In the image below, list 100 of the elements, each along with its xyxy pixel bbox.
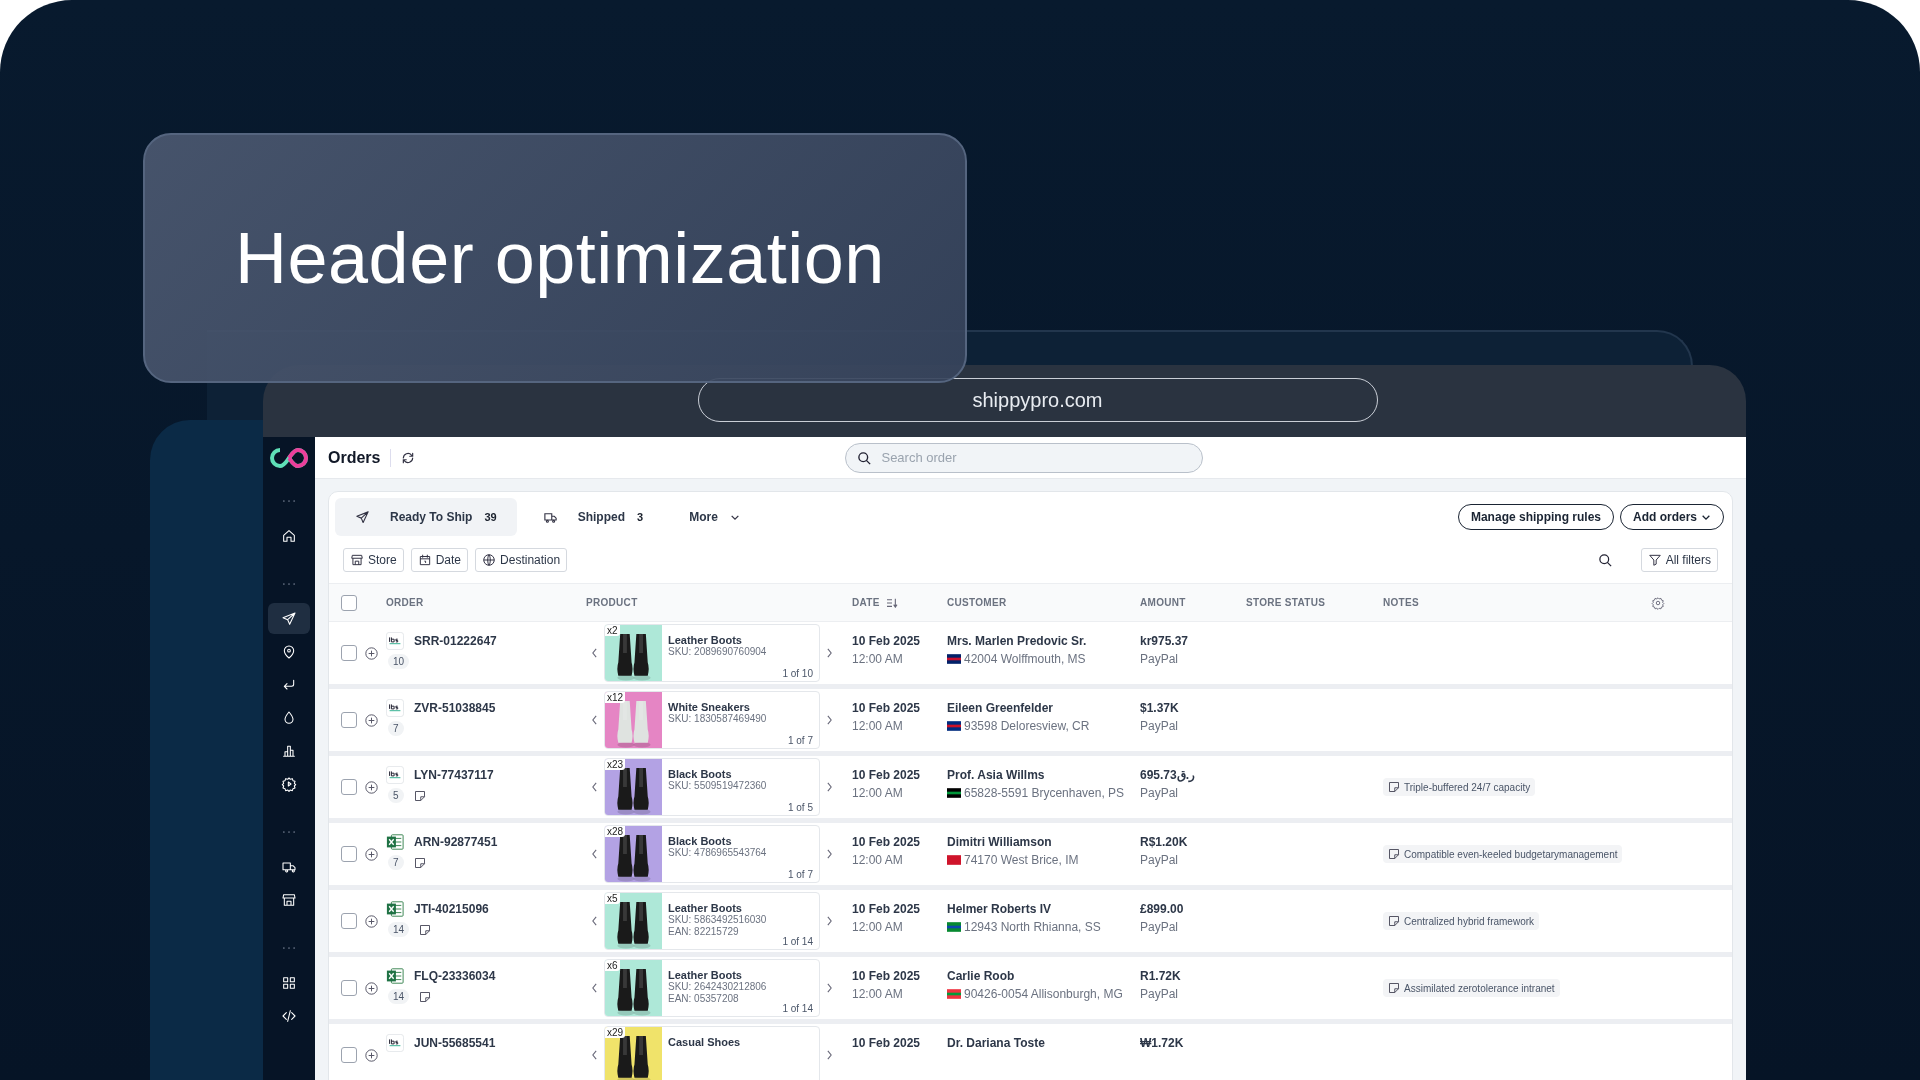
order-number[interactable]: FLQ-23336034 — [414, 969, 496, 983]
row-checkbox[interactable] — [341, 913, 357, 929]
globe-icon — [482, 553, 497, 567]
product-card[interactable]: x12 White Sneakers SKU: 1830587469490 1 of 7 — [604, 691, 820, 749]
refresh-icon[interactable] — [401, 450, 416, 465]
order-number[interactable]: ARN-92877451 — [414, 835, 498, 849]
add-icon[interactable] — [365, 646, 378, 660]
quantity-badge: x23 — [605, 759, 626, 770]
product-card[interactable]: x6 Leather Boots SKU: 2642430212806 EAN: 05357208 1 of 14 — [604, 959, 820, 1017]
note-icon[interactable] — [419, 923, 432, 936]
order-amount: kr975.37 — [1140, 634, 1190, 648]
tab[interactable]: Shipped 3 — [522, 498, 664, 536]
order-time: 12:00 AM — [852, 652, 904, 666]
order-number[interactable]: JUN-55685541 — [414, 1036, 496, 1050]
note-icon[interactable] — [413, 856, 426, 869]
tab[interactable]: More — [669, 498, 760, 536]
item-count-badge: 14 — [388, 989, 410, 1004]
customer-name: Dimitri Williamson — [947, 835, 1053, 849]
store-logo-icon — [386, 1034, 404, 1052]
note-icon — [1388, 781, 1400, 793]
table-row[interactable]: SRR-01222647 10 x2 Leather Boots SKU: 2089690760904 1 of 10 10 Feb 2025 12:00 AM Mrs. Marlen Predovic Sr. 42004 Wolffmouth, MS kr975.37 PayPal — [329, 622, 1732, 689]
order-number[interactable]: ZVR-51038845 — [414, 701, 496, 715]
table-row[interactable]: ARN-92877451 7 x28 Black Boots SKU: 4786965543764 1 of 7 10 Feb 2025 12:00 AM Dimitri Williamson 74170 West Brice, IM R$1.20K PayPal Compatible even-keeled budgetarymanagement — [329, 823, 1732, 890]
order-time: 12:00 AM — [852, 987, 904, 1001]
customer-name: Carlie Roob — [947, 969, 1016, 983]
store-logo-icon — [386, 699, 404, 717]
order-amount: ₩1.72K — [1140, 1036, 1185, 1050]
order-date: 10 Feb 2025 — [852, 1036, 922, 1050]
customer-address: 90426-0054 Allisonburgh, MG — [964, 987, 1123, 1001]
note-tag[interactable]: Centralized hybrid framework — [1383, 912, 1540, 930]
page-title: Orders — [328, 448, 392, 467]
quantity-badge: x29 — [605, 1027, 626, 1038]
product-card[interactable]: x23 Black Boots SKU: 5509519472360 1 of 5 — [604, 758, 820, 816]
customer-address: 93598 Deloresview, CR — [964, 719, 1090, 733]
flag-icon — [947, 922, 961, 932]
add-icon[interactable] — [365, 847, 378, 861]
order-number[interactable]: SRR-01222647 — [414, 634, 497, 648]
select-all-checkbox[interactable] — [341, 594, 357, 611]
note-icon[interactable] — [419, 990, 432, 1003]
search-field[interactable]: Search order — [845, 442, 1204, 473]
product-card[interactable]: x2 Leather Boots SKU: 2089690760904 1 of 10 — [604, 624, 820, 682]
column-header[interactable]: STORE STATUS — [1246, 597, 1383, 608]
filter-chip[interactable]: Store — [343, 548, 404, 572]
sort-icon[interactable] — [885, 597, 898, 608]
filter-chip[interactable]: Date — [410, 548, 469, 572]
order-amount: R1.72K — [1140, 969, 1182, 983]
row-checkbox[interactable] — [341, 712, 357, 728]
product-card[interactable]: x28 Black Boots SKU: 4786965543764 1 of 7 — [604, 825, 820, 883]
note-tag[interactable]: Triple-buffered 24/7 capacity — [1383, 778, 1536, 796]
add-icon[interactable] — [365, 914, 378, 928]
add-icon[interactable] — [365, 713, 378, 727]
settings-icon[interactable] — [1651, 595, 1665, 610]
note-tag[interactable]: Compatible even-keeled budgetarymanagement — [1383, 845, 1623, 863]
table-row[interactable]: FLQ-23336034 14 x6 Leather Boots SKU: 2642430212806 EAN: 05357208 1 of 14 10 Feb 2025 12:00 AM Carlie Roob 90426-0054 Allisonburgh, MG R1.72K PayPal Assimilated zerotolerance intranet — [329, 957, 1732, 1024]
column-header[interactable]: PRODUCT — [586, 597, 852, 608]
row-checkbox[interactable] — [341, 1047, 357, 1063]
filter-chip[interactable]: Destination — [475, 548, 568, 572]
note-text: Compatible even-keeled budgetarymanagement — [1404, 848, 1618, 860]
note-tag[interactable]: Assimilated zerotolerance intranet — [1383, 979, 1560, 997]
table-row[interactable]: JUN-55685541 x29 Casual Shoes 10 Feb 2025 Dr. Dariana Toste ₩1.72K — [329, 1024, 1732, 1080]
search-icon[interactable] — [1597, 552, 1613, 568]
action-button[interactable]: Manage shipping rules — [1457, 504, 1614, 530]
order-date: 10 Feb 2025 — [852, 701, 922, 715]
product-card[interactable]: x5 Leather Boots SKU: 5863492516030 EAN: 82215729 1 of 14 — [604, 892, 820, 950]
action-button[interactable]: Add orders — [1620, 504, 1724, 530]
order-number[interactable]: JTI-40215096 — [414, 902, 489, 916]
product-pager: 1 of 7 — [787, 735, 813, 746]
product-sku: SKU: 2642430212806 — [668, 981, 768, 993]
date-icon — [417, 553, 432, 567]
order-date: 10 Feb 2025 — [852, 768, 922, 782]
table-row[interactable]: JTI-40215096 14 x5 Leather Boots SKU: 5863492516030 EAN: 82215729 1 of 14 10 Feb 2025 12:00 AM Helmer Roberts IV 12943 North Rhianna, SS £899.00 PayPal Centralized hybrid framework — [329, 890, 1732, 957]
table-row[interactable]: ZVR-51038845 7 x12 White Sneakers SKU: 1830587469490 1 of 7 10 Feb 2025 12:00 AM Eileen Greenfelder 93598 Deloresview, CR $1.37K PayPal — [329, 689, 1732, 756]
all-filters-button[interactable]: All filters — [1640, 548, 1718, 572]
add-icon[interactable] — [365, 981, 378, 995]
product-name: Black Boots — [668, 768, 733, 780]
order-number[interactable]: LYN-77437117 — [414, 768, 494, 782]
add-icon[interactable] — [365, 1048, 378, 1062]
quantity-badge: x28 — [605, 826, 626, 837]
product-name: Leather Boots — [668, 902, 743, 914]
product-pager: 1 of 7 — [787, 869, 813, 880]
row-checkbox[interactable] — [341, 779, 357, 795]
row-checkbox[interactable] — [341, 846, 357, 862]
product-name: Black Boots — [668, 835, 733, 847]
product-card[interactable]: x29 Casual Shoes — [604, 1026, 820, 1080]
customer-name: Prof. Asia Willms — [947, 768, 1046, 782]
order-date: 10 Feb 2025 — [852, 634, 922, 648]
note-icon[interactable] — [413, 789, 426, 802]
spreadsheet-icon — [386, 967, 404, 985]
column-header[interactable]: CUSTOMER — [947, 597, 1140, 608]
nav-send-icon[interactable] — [268, 603, 310, 634]
add-icon[interactable] — [365, 780, 378, 794]
tab[interactable]: Ready To Ship 39 — [335, 498, 517, 536]
row-checkbox[interactable] — [341, 980, 357, 996]
column-header[interactable]: AMOUNT — [1140, 597, 1246, 608]
column-header[interactable]: ORDER — [386, 597, 586, 608]
column-header[interactable]: NOTES — [1383, 597, 1651, 608]
row-checkbox[interactable] — [341, 645, 357, 661]
payment-method: PayPal — [1140, 786, 1180, 800]
flag-icon — [947, 788, 961, 798]
column-header[interactable]: DATE — [852, 597, 880, 608]
